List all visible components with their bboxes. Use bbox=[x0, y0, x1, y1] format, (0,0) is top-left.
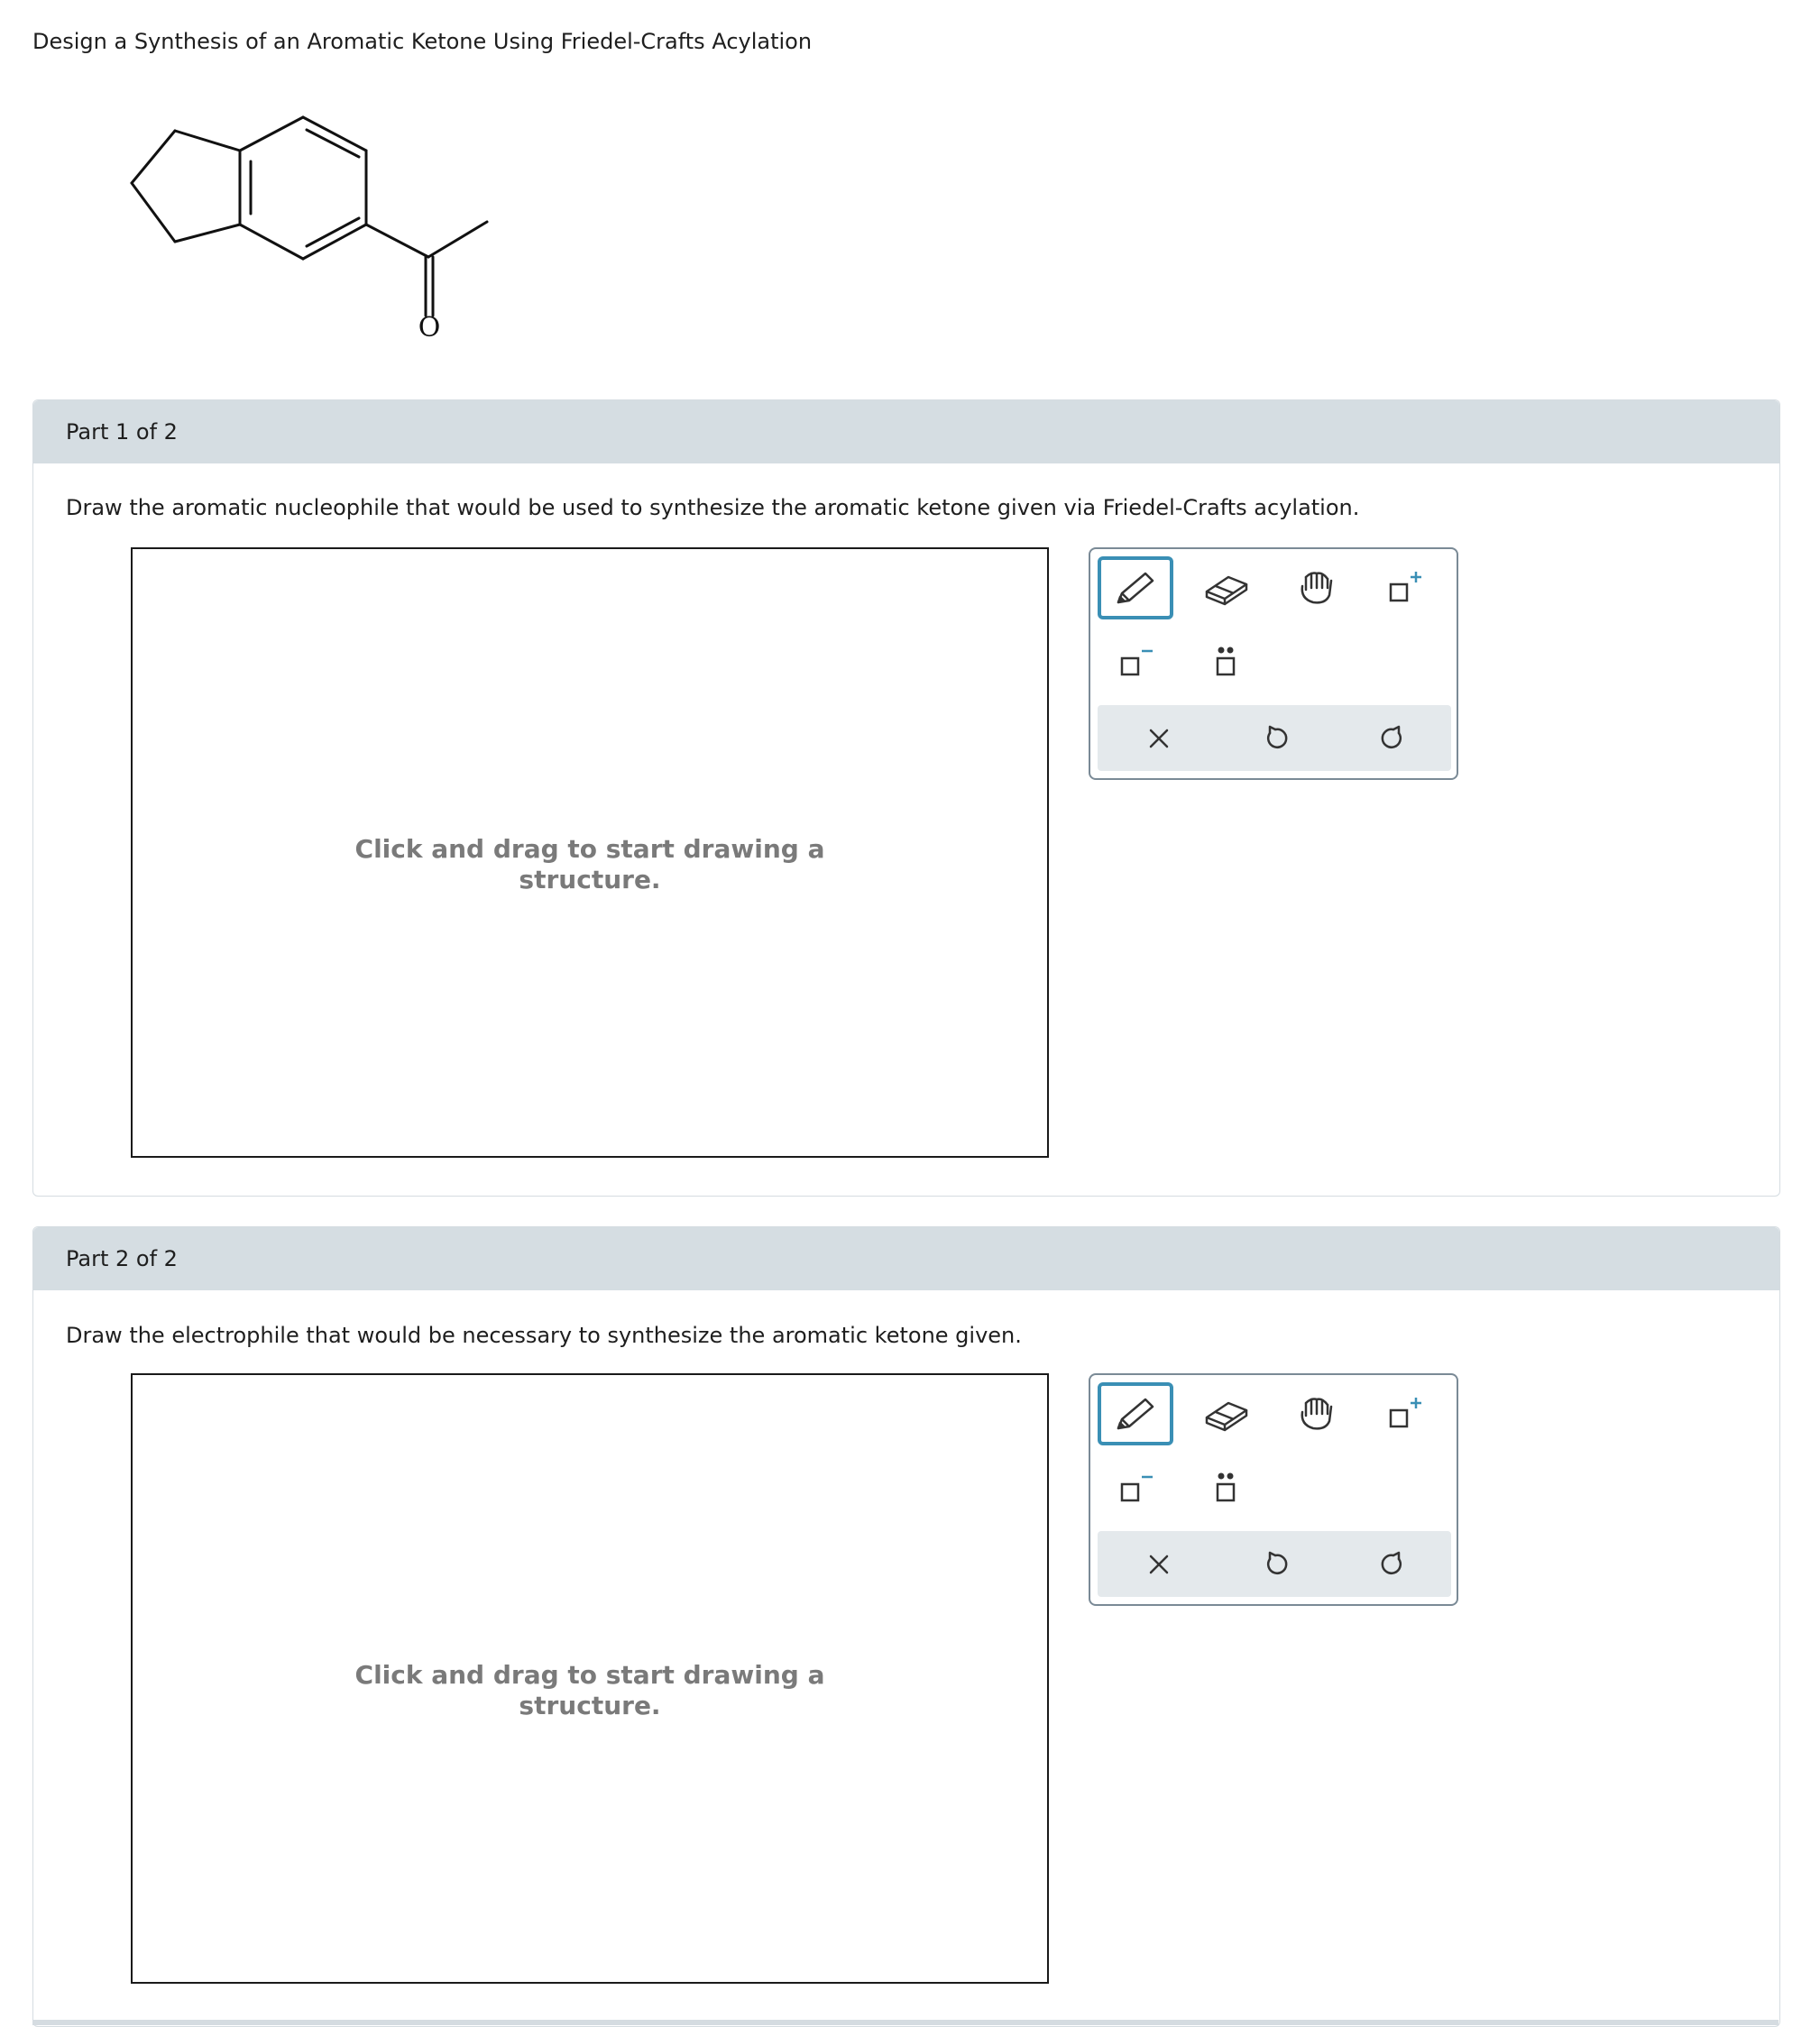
undo-button[interactable] bbox=[1239, 714, 1311, 762]
clear-button[interactable] bbox=[1123, 1540, 1195, 1588]
part-2-canvas-hint: Click and drag to start drawing a struct… bbox=[133, 1660, 1047, 1721]
lone-pair-icon bbox=[1216, 647, 1236, 676]
pencil-icon bbox=[1117, 1398, 1154, 1430]
part-1-toolbar bbox=[1089, 547, 1458, 780]
positive-charge-icon bbox=[1389, 1398, 1421, 1428]
part-2-instruction: Draw the electrophile that would be nece… bbox=[66, 1323, 1022, 1348]
hand-tool-button[interactable] bbox=[1278, 1382, 1354, 1445]
canvas-hint-line-1: Click and drag to start drawing a bbox=[354, 834, 825, 864]
target-ketone-structure: O bbox=[130, 115, 489, 344]
eraser-tool-button[interactable] bbox=[1188, 556, 1264, 619]
canvas-hint-line-1: Click and drag to start drawing a bbox=[354, 1660, 825, 1690]
oxygen-atom-label: O bbox=[418, 312, 441, 344]
part-2-action-bar bbox=[1098, 1531, 1451, 1597]
hand-icon bbox=[1301, 1398, 1333, 1430]
page-title: Design a Synthesis of an Aromatic Ketone… bbox=[32, 29, 813, 54]
redo-icon bbox=[1381, 1551, 1402, 1574]
undo-icon bbox=[1266, 725, 1288, 748]
part-2-drawing-canvas[interactable]: Click and drag to start drawing a struct… bbox=[131, 1373, 1049, 1984]
part-1-action-bar bbox=[1098, 705, 1451, 771]
part-2-toolbar bbox=[1089, 1373, 1458, 1606]
positive-charge-tool-button[interactable] bbox=[1368, 1382, 1444, 1445]
redo-button[interactable] bbox=[1357, 1540, 1429, 1588]
positive-charge-tool-button[interactable] bbox=[1368, 556, 1444, 619]
eraser-tool-button[interactable] bbox=[1188, 1382, 1264, 1445]
canvas-hint-line-2: structure. bbox=[519, 1691, 661, 1720]
part-2-panel: Part 2 of 2 Draw the electrophile that w… bbox=[32, 1226, 1780, 2027]
negative-charge-icon bbox=[1120, 1475, 1153, 1502]
lone-pair-icon bbox=[1216, 1472, 1236, 1502]
pencil-tool-button[interactable] bbox=[1098, 1382, 1173, 1445]
negative-charge-tool-button[interactable] bbox=[1098, 630, 1173, 693]
hand-tool-button[interactable] bbox=[1278, 556, 1354, 619]
clear-icon bbox=[1149, 1555, 1169, 1573]
eraser-icon bbox=[1205, 1401, 1248, 1432]
redo-button[interactable] bbox=[1357, 714, 1429, 762]
part-1-canvas-hint: Click and drag to start drawing a struct… bbox=[133, 834, 1047, 895]
negative-charge-icon bbox=[1120, 649, 1153, 676]
part-1-header: Part 1 of 2 bbox=[33, 400, 1779, 463]
lone-pair-tool-button[interactable] bbox=[1188, 630, 1264, 693]
page-bottom-scroll-edge bbox=[32, 2020, 1779, 2025]
part-1-panel: Part 1 of 2 Draw the aromatic nucleophil… bbox=[32, 399, 1780, 1197]
part-1-drawing-canvas[interactable]: Click and drag to start drawing a struct… bbox=[131, 547, 1049, 1158]
positive-charge-icon bbox=[1389, 572, 1421, 602]
clear-icon bbox=[1149, 729, 1169, 748]
hand-icon bbox=[1301, 572, 1333, 604]
undo-icon bbox=[1266, 1551, 1288, 1574]
part-2-header: Part 2 of 2 bbox=[33, 1227, 1779, 1290]
negative-charge-tool-button[interactable] bbox=[1098, 1456, 1173, 1519]
part-1-instruction: Draw the aromatic nucleophile that would… bbox=[66, 495, 1360, 520]
canvas-hint-line-2: structure. bbox=[519, 865, 661, 894]
clear-button[interactable] bbox=[1123, 714, 1195, 762]
lone-pair-tool-button[interactable] bbox=[1188, 1456, 1264, 1519]
pencil-tool-button[interactable] bbox=[1098, 556, 1173, 619]
redo-icon bbox=[1381, 725, 1402, 748]
pencil-icon bbox=[1117, 572, 1154, 604]
eraser-icon bbox=[1205, 575, 1248, 606]
undo-button[interactable] bbox=[1239, 1540, 1311, 1588]
